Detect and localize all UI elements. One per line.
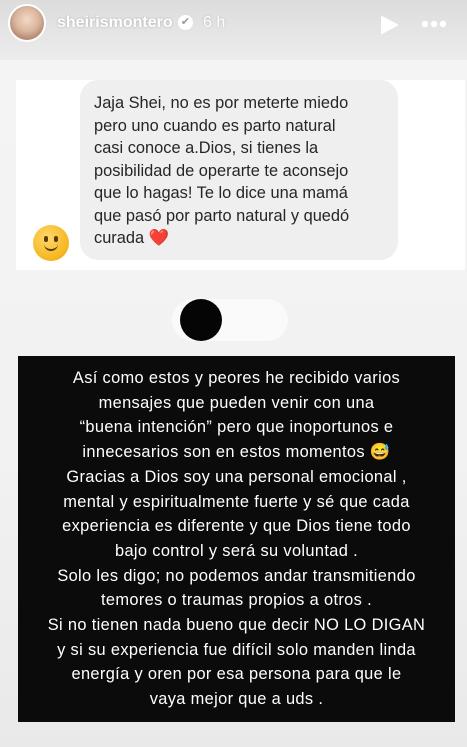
avatar[interactable]: [8, 4, 46, 42]
toggle-knob[interactable]: [180, 299, 222, 341]
message-text: Jaja Shei, no es por meterte miedo pero …: [94, 94, 350, 247]
caption-text: Así como estos y peores he recibido vari…: [47, 369, 426, 709]
upside-down-face-emoji-icon: [33, 225, 69, 261]
play-icon[interactable]: [378, 14, 400, 36]
more-dots-icon[interactable]: [420, 13, 448, 35]
username[interactable]: sheirismontero: [57, 14, 173, 32]
time-ago: 6 h: [203, 14, 226, 31]
verified-badge-icon: ✔: [178, 15, 193, 30]
message-bubble: Jaja Shei, no es por meterte miedo pero …: [80, 80, 398, 260]
